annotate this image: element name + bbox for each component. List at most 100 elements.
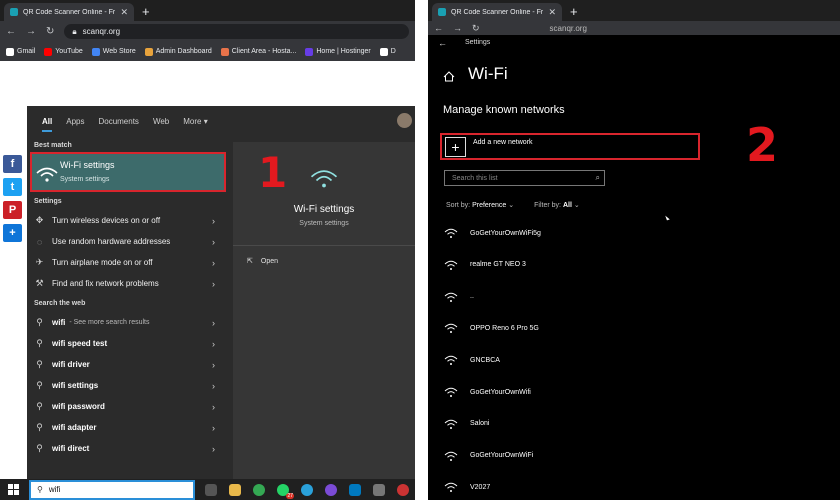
web-query: wifi — [52, 318, 66, 327]
plus-icon: + — [445, 137, 466, 157]
best-match-wifi-settings[interactable]: Wi-Fi settings System settings — [30, 152, 226, 192]
web-result-item[interactable]: ⚲ wifi settings › — [27, 375, 223, 396]
browser-tab[interactable]: QR Code Scanner Online - From ✕ — [4, 3, 134, 21]
sort-dropdown[interactable]: Sort by: Preference ⌄ — [446, 201, 514, 209]
settings-back-icon[interactable]: ← — [438, 38, 447, 48]
settings-window: ← Settings Wi-Fi Manage known networks +… — [428, 35, 840, 500]
share-more-icon[interactable]: + — [3, 224, 22, 242]
bookmark-item[interactable]: Gmail — [6, 47, 35, 56]
tab-title: QR Code Scanner Online - From — [23, 8, 116, 16]
wifi-icon — [444, 292, 458, 302]
new-tab-icon[interactable]: + — [142, 4, 150, 19]
reload-icon[interactable]: ↻ — [46, 26, 54, 37]
known-network-item[interactable]: .. — [444, 289, 474, 305]
close-tab-icon[interactable]: ✕ — [548, 7, 556, 18]
search-icon: ⚲ — [36, 359, 43, 369]
avatar[interactable] — [397, 113, 412, 128]
search-list-input[interactable]: Search this list ⌕ — [444, 170, 605, 186]
filter-tab[interactable]: All — [42, 117, 53, 132]
known-network-item[interactable]: OPPO Reno 6 Pro 5G — [444, 320, 539, 336]
telegram-icon[interactable] — [301, 483, 313, 496]
forward-icon[interactable]: → — [453, 23, 462, 33]
filter-tab[interactable]: More ▾ — [183, 117, 207, 126]
new-tab-icon[interactable]: + — [570, 4, 578, 19]
pinterest-share-icon[interactable]: P — [3, 201, 22, 219]
search-icon: ⚲ — [36, 422, 43, 432]
setting-icon: ⚒ — [35, 278, 44, 288]
known-network-item[interactable]: V2027 — [444, 479, 490, 495]
wifi-large-icon — [310, 170, 338, 188]
filter-tab[interactable]: Web — [153, 117, 169, 126]
back-icon[interactable]: ← — [434, 23, 443, 33]
whatsapp-icon[interactable]: 27 — [277, 483, 294, 499]
web-result-item[interactable]: ⚲ wifi adapter › — [27, 417, 223, 438]
filter-dropdown[interactable]: Filter by: All ⌄ — [534, 201, 580, 209]
web-query: wifi password — [52, 402, 105, 411]
bookmark-item[interactable]: YouTube — [44, 47, 83, 56]
known-network-item[interactable]: Saloni — [444, 416, 489, 432]
app-icon-3[interactable] — [397, 483, 409, 496]
known-network-item[interactable]: realme GT NEO 3 — [444, 257, 526, 273]
known-network-item[interactable]: GoGetYourOwnWiFi5g — [444, 225, 541, 241]
bookmark-favicon-icon — [379, 47, 388, 56]
settings-result-item[interactable]: ✈ Turn airplane mode on or off › — [27, 252, 223, 273]
bookmark-favicon-icon — [305, 47, 314, 56]
bookmark-item[interactable]: Admin Dashboard — [144, 47, 212, 56]
back-icon[interactable]: ← — [6, 26, 16, 37]
windows-taskbar: ⚲ wifi 27 — [0, 479, 415, 500]
address-row-right: ← → ↻ scanqr.org — [428, 21, 840, 35]
chevron-right-icon: › — [212, 401, 215, 412]
setting-icon: ✈ — [35, 257, 44, 267]
chevron-right-icon: › — [212, 422, 215, 433]
filter-tab[interactable]: Documents — [98, 117, 138, 126]
taskbar-search-box[interactable]: ⚲ wifi — [29, 479, 195, 500]
sort-filter-row: Sort by: Preference ⌄ Filter by: All ⌄ — [446, 201, 580, 209]
step-number-2: 2 — [746, 118, 779, 172]
windows-start-icon[interactable] — [8, 484, 19, 495]
web-result-item[interactable]: ⚲ wifi password › — [27, 396, 223, 417]
facebook-share-icon[interactable]: f — [3, 155, 22, 173]
close-tab-icon[interactable]: ✕ — [120, 7, 128, 18]
twitter-share-icon[interactable]: t — [3, 178, 22, 196]
address-row: ← → ↻ 🔒︎ scanqr.org — [0, 21, 415, 42]
app-icon[interactable] — [325, 483, 337, 496]
browser-tab-bar-right: QR Code Scanner Online - From ✕ + — [428, 0, 840, 21]
web-result-item[interactable]: ⚲ wifi direct › — [27, 438, 223, 459]
filter-tab[interactable]: Apps — [66, 117, 84, 126]
file-explorer-icon[interactable] — [229, 483, 241, 496]
open-action[interactable]: ⇱ Open — [247, 257, 278, 266]
web-result-item[interactable]: ⚲ wifi driver › — [27, 354, 223, 375]
home-icon[interactable] — [443, 71, 455, 82]
add-new-network-button[interactable]: + Add a new network — [440, 133, 700, 160]
known-network-item[interactable]: GoGetYourOwnWifi — [444, 384, 531, 400]
bookmark-label: Client Area - Hosta... — [231, 48, 297, 55]
reload-icon[interactable]: ↻ — [472, 23, 480, 34]
forward-icon[interactable]: → — [26, 26, 36, 37]
chrome-icon[interactable] — [253, 483, 265, 496]
trello-icon[interactable] — [349, 483, 361, 496]
web-result-item[interactable]: ⚲ wifi - See more search results › — [27, 312, 223, 333]
bookmark-item[interactable]: Client Area - Hosta... — [220, 47, 297, 56]
bookmark-item[interactable]: D — [379, 47, 396, 56]
address-bar[interactable]: 🔒︎ scanqr.org — [64, 24, 409, 39]
search-icon: ⚲ — [36, 401, 43, 411]
known-network-item[interactable]: GNCBCA — [444, 352, 500, 368]
bookmark-item[interactable]: Web Store — [91, 47, 136, 56]
bookmark-item[interactable]: Home | Hostinger — [305, 47, 371, 56]
settings-result-item[interactable]: ✥ Turn wireless devices on or off › — [27, 210, 223, 231]
browser-tab-right[interactable]: QR Code Scanner Online - From ✕ — [432, 3, 562, 21]
network-name: realme GT NEO 3 — [470, 261, 526, 269]
known-network-item[interactable]: GoGetYourOwnWiFi — [444, 448, 533, 464]
task-view-icon[interactable] — [205, 483, 217, 496]
section-title: Manage known networks — [443, 104, 565, 116]
settings-result-item[interactable]: ⚒ Find and fix network problems › — [27, 273, 223, 294]
chevron-right-icon: › — [212, 359, 215, 370]
setting-label: Turn airplane mode on or off — [52, 258, 153, 267]
best-match-subtitle: System settings — [60, 176, 110, 183]
app-icon-2[interactable] — [373, 483, 385, 496]
web-result-item[interactable]: ⚲ wifi speed test › — [27, 333, 223, 354]
wifi-icon — [444, 324, 458, 334]
wifi-icon — [444, 451, 458, 461]
settings-result-item[interactable]: ◌ Use random hardware addresses › — [27, 231, 223, 252]
open-icon: ⇱ — [247, 258, 253, 265]
